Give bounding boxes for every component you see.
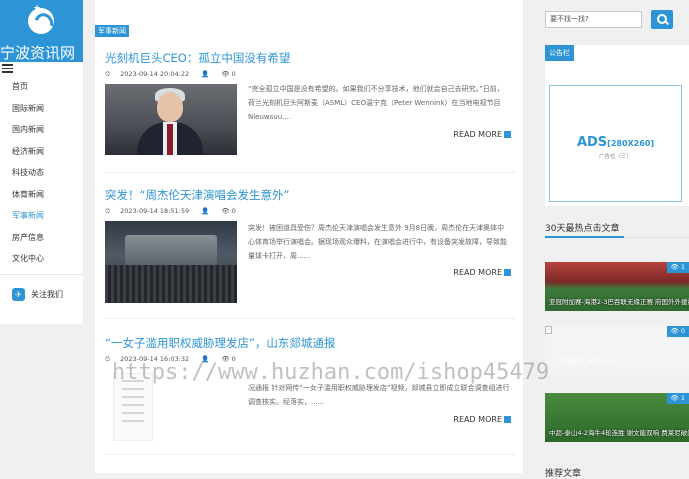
notice-panel: 公告栏 ADS[280X260] 广告位（三）	[545, 45, 689, 206]
hot-article-caption: 中超-泰山4-2海牛4轮连胜 谢文能双响 费莱尼破门	[549, 429, 689, 437]
ad-subtitle: 广告位（三）	[598, 154, 632, 160]
post-title[interactable]: 突发！“周杰伦天津演唱会发生意外”	[105, 187, 515, 203]
post-title[interactable]: “一女子滥用职权威胁理发店”，山东郯城通报	[105, 335, 515, 351]
category-tag[interactable]: 军事新闻	[95, 25, 129, 37]
follow-icon: ✈	[12, 288, 25, 301]
eye-icon: 👁	[221, 70, 230, 78]
post-thumbnail[interactable]	[105, 84, 237, 155]
ad-banner[interactable]: ADS[280X260] 广告位（三）	[549, 85, 682, 202]
view-count: 0	[231, 207, 236, 215]
nav-item-sports[interactable]: 体育新闻	[0, 184, 83, 206]
post-excerpt: 况通报 针对网传“一女子滥用职权威胁理发店”视频，郯城县立即成立联合调查组进行调…	[248, 384, 510, 406]
clock-icon: ⏲	[105, 70, 111, 78]
post-item: 突发！“周杰伦天津演唱会发生意外” ⏲ 2023-09-14 18:51:59 👤…	[105, 187, 515, 303]
site-name: 宁波资讯网	[0, 45, 76, 62]
star-icon: ★	[33, 4, 42, 14]
read-more-link[interactable]: READ MORE	[453, 268, 511, 277]
post-thumbnail[interactable]	[105, 221, 237, 303]
nav-item-culture[interactable]: 文化中心	[0, 248, 83, 270]
follow-us-label: 关注我们	[31, 290, 63, 299]
post-title[interactable]: 光刻机巨头CEO：孤立中国没有希望	[105, 50, 515, 66]
hot-articles-title: 30天最热点击文章	[545, 224, 620, 234]
main-content: 军事新闻 光刻机巨头CEO：孤立中国没有希望 ⏲ 2023-09-14 20:04…	[95, 0, 523, 473]
nav-item-tech[interactable]: 科技动态	[0, 162, 83, 184]
post-item: 光刻机巨头CEO：孤立中国没有希望 ⏲ 2023-09-14 20:04:22 👤…	[105, 50, 515, 155]
hot-article-caption: 卡布西瓜 天才千斤	[559, 357, 614, 365]
right-sidebar: 要不找一找? 公告栏 ADS[280X260] 广告位（三） 30天最热点击文章…	[535, 0, 689, 479]
nav-item-realestate[interactable]: 房产信息	[0, 227, 83, 249]
arrow-icon	[504, 131, 511, 138]
author-icon: 👤	[201, 207, 210, 215]
read-more-link[interactable]: READ MORE	[453, 415, 511, 424]
author-icon: 👤	[201, 70, 210, 78]
notice-title: 公告栏	[545, 45, 574, 61]
eye-icon: 👁	[221, 207, 230, 215]
search-button[interactable]	[651, 10, 673, 29]
hot-article-caption: 亚冠附加赛-海港2-3巴吞联无缘正赛 府国外外援被骗	[549, 298, 689, 306]
nav-divider	[0, 274, 83, 275]
view-badge: 👁 1	[666, 262, 689, 273]
hot-article-item[interactable]: 👁 1 亚冠附加赛-海港2-3巴吞联无缘正赛 府国外外援被骗	[545, 262, 689, 311]
post-meta: ⏲ 2023-09-14 20:04:22 👤 👁 0	[105, 70, 246, 79]
hot-title-underline	[545, 236, 689, 238]
search-input[interactable]: 要不找一找?	[545, 11, 642, 28]
ad-title: ADS[280X260]	[576, 135, 655, 150]
post-divider	[105, 318, 515, 319]
view-count: 0	[231, 70, 236, 78]
clock-icon: ⏲	[105, 207, 111, 215]
follow-us-link[interactable]: ✈ 关注我们	[12, 288, 63, 302]
site-logo[interactable]: ★ 宁波资讯网	[0, 0, 83, 62]
read-more-link[interactable]: READ MORE	[453, 130, 511, 139]
watermark: https://www.huzhan.com/ishop45479	[112, 360, 550, 385]
post-meta: ⏲ 2023-09-14 18:51:59 👤 👁 0	[105, 207, 246, 216]
hot-article-item[interactable]: 👁 1 中超-泰山4-2海牛4轮连胜 谢文能双响 费莱尼破门	[545, 393, 689, 442]
post-date: 2023-09-14 20:04:22	[120, 70, 190, 78]
post-date: 2023-09-14 18:51:59	[120, 207, 190, 215]
post-divider	[105, 454, 515, 455]
arrow-icon	[504, 416, 511, 423]
post-excerpt: “完全孤立中国是没有希望的。如果我们不分享技术，他们就会自己去研究。”日前，荷兰…	[248, 85, 504, 121]
main-nav: 首页 国际新闻 国内新闻 经济新闻 科技动态 体育新闻 军事新闻 房产信息 文化…	[0, 76, 83, 270]
nav-item-military[interactable]: 军事新闻	[0, 205, 83, 227]
nav-item-domestic[interactable]: 国内新闻	[0, 119, 83, 141]
nav-item-home[interactable]: 首页	[0, 76, 83, 98]
hot-article-item[interactable]: 👁 0 卡布西瓜 天才千斤	[545, 326, 689, 375]
view-badge: 👁 0	[666, 326, 689, 337]
arrow-icon	[504, 269, 511, 276]
left-sidebar: ★ 宁波资讯网 首页 国际新闻 国内新闻 经济新闻 科技动态 体育新闻 军事新闻…	[0, 0, 83, 324]
post-item: “一女子滥用职权威胁理发店”，山东郯城通报 ⏲ 2023-09-14 16:03:…	[105, 335, 515, 441]
broken-image-icon	[545, 326, 552, 334]
post-excerpt: 突发！被困道具受伤？周杰伦天津演唱会发生意外 9月8日晚，周杰伦在天津奥体中心体…	[248, 224, 507, 260]
clock-icon: ⏲	[105, 355, 111, 363]
view-badge: 👁 1	[666, 393, 689, 404]
post-divider	[105, 172, 515, 173]
menu-icon[interactable]	[2, 64, 13, 75]
nav-item-international[interactable]: 国际新闻	[0, 98, 83, 120]
nav-item-economy[interactable]: 经济新闻	[0, 141, 83, 163]
